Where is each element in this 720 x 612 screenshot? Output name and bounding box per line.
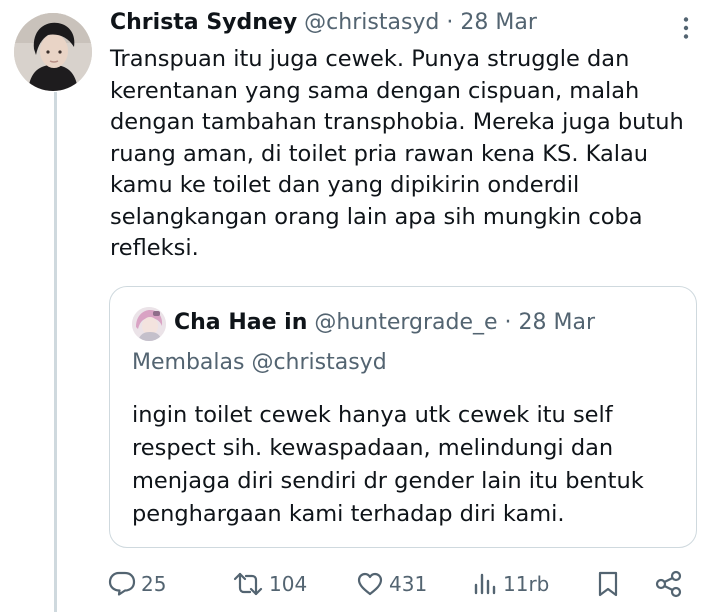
- quoted-header-separator: ·: [504, 310, 512, 335]
- tweet-text: Transpuan itu juga cewek. Punya struggle…: [110, 46, 684, 261]
- action-bar: 25 104 431 11rb: [108, 566, 700, 602]
- author-handle[interactable]: @christasyd: [304, 10, 439, 35]
- views-count: 11rb: [503, 572, 550, 596]
- tweet-header: Christa Sydney @christasyd · 28 Mar: [110, 8, 537, 38]
- reply-count: 25: [141, 572, 167, 596]
- bookmark-button[interactable]: [596, 566, 620, 602]
- like-icon: [356, 571, 384, 597]
- share-button[interactable]: [654, 566, 684, 602]
- views-icon: [472, 571, 498, 597]
- author-name[interactable]: Christa Sydney: [110, 10, 297, 35]
- repost-icon: [232, 571, 264, 597]
- quoted-tweet-date[interactable]: 28 Mar: [519, 310, 596, 335]
- thread-line: [54, 92, 57, 612]
- reply-button[interactable]: 25: [108, 566, 166, 602]
- views-button[interactable]: 11rb: [472, 566, 549, 602]
- like-button[interactable]: 431: [356, 566, 427, 602]
- like-count: 431: [389, 572, 428, 596]
- replying-to: Membalas @christasyd: [132, 350, 387, 375]
- quoted-author-name[interactable]: Cha Hae in: [174, 310, 307, 335]
- more-icon[interactable]: [682, 16, 690, 40]
- header-separator: ·: [446, 10, 454, 35]
- tweet-date[interactable]: 28 Mar: [460, 10, 537, 35]
- repost-button[interactable]: 104: [232, 566, 307, 602]
- quoted-tweet-text: ingin toilet cewek hanya utk cewek itu s…: [132, 402, 644, 527]
- author-avatar[interactable]: [14, 13, 92, 91]
- quoted-author-avatar[interactable]: [132, 307, 166, 341]
- repost-count: 104: [269, 572, 308, 596]
- reply-icon: [108, 571, 136, 597]
- tweet[interactable]: Christa Sydney @christasyd · 28 Mar Tran…: [0, 0, 720, 612]
- quoted-tweet[interactable]: Cha Hae in @huntergrade_e · 28 Mar Memba…: [109, 286, 697, 548]
- bookmark-icon: [596, 570, 620, 598]
- quoted-header: Cha Hae in @huntergrade_e · 28 Mar: [174, 307, 595, 339]
- share-icon: [654, 570, 684, 598]
- quoted-author-handle[interactable]: @huntergrade_e: [314, 310, 497, 335]
